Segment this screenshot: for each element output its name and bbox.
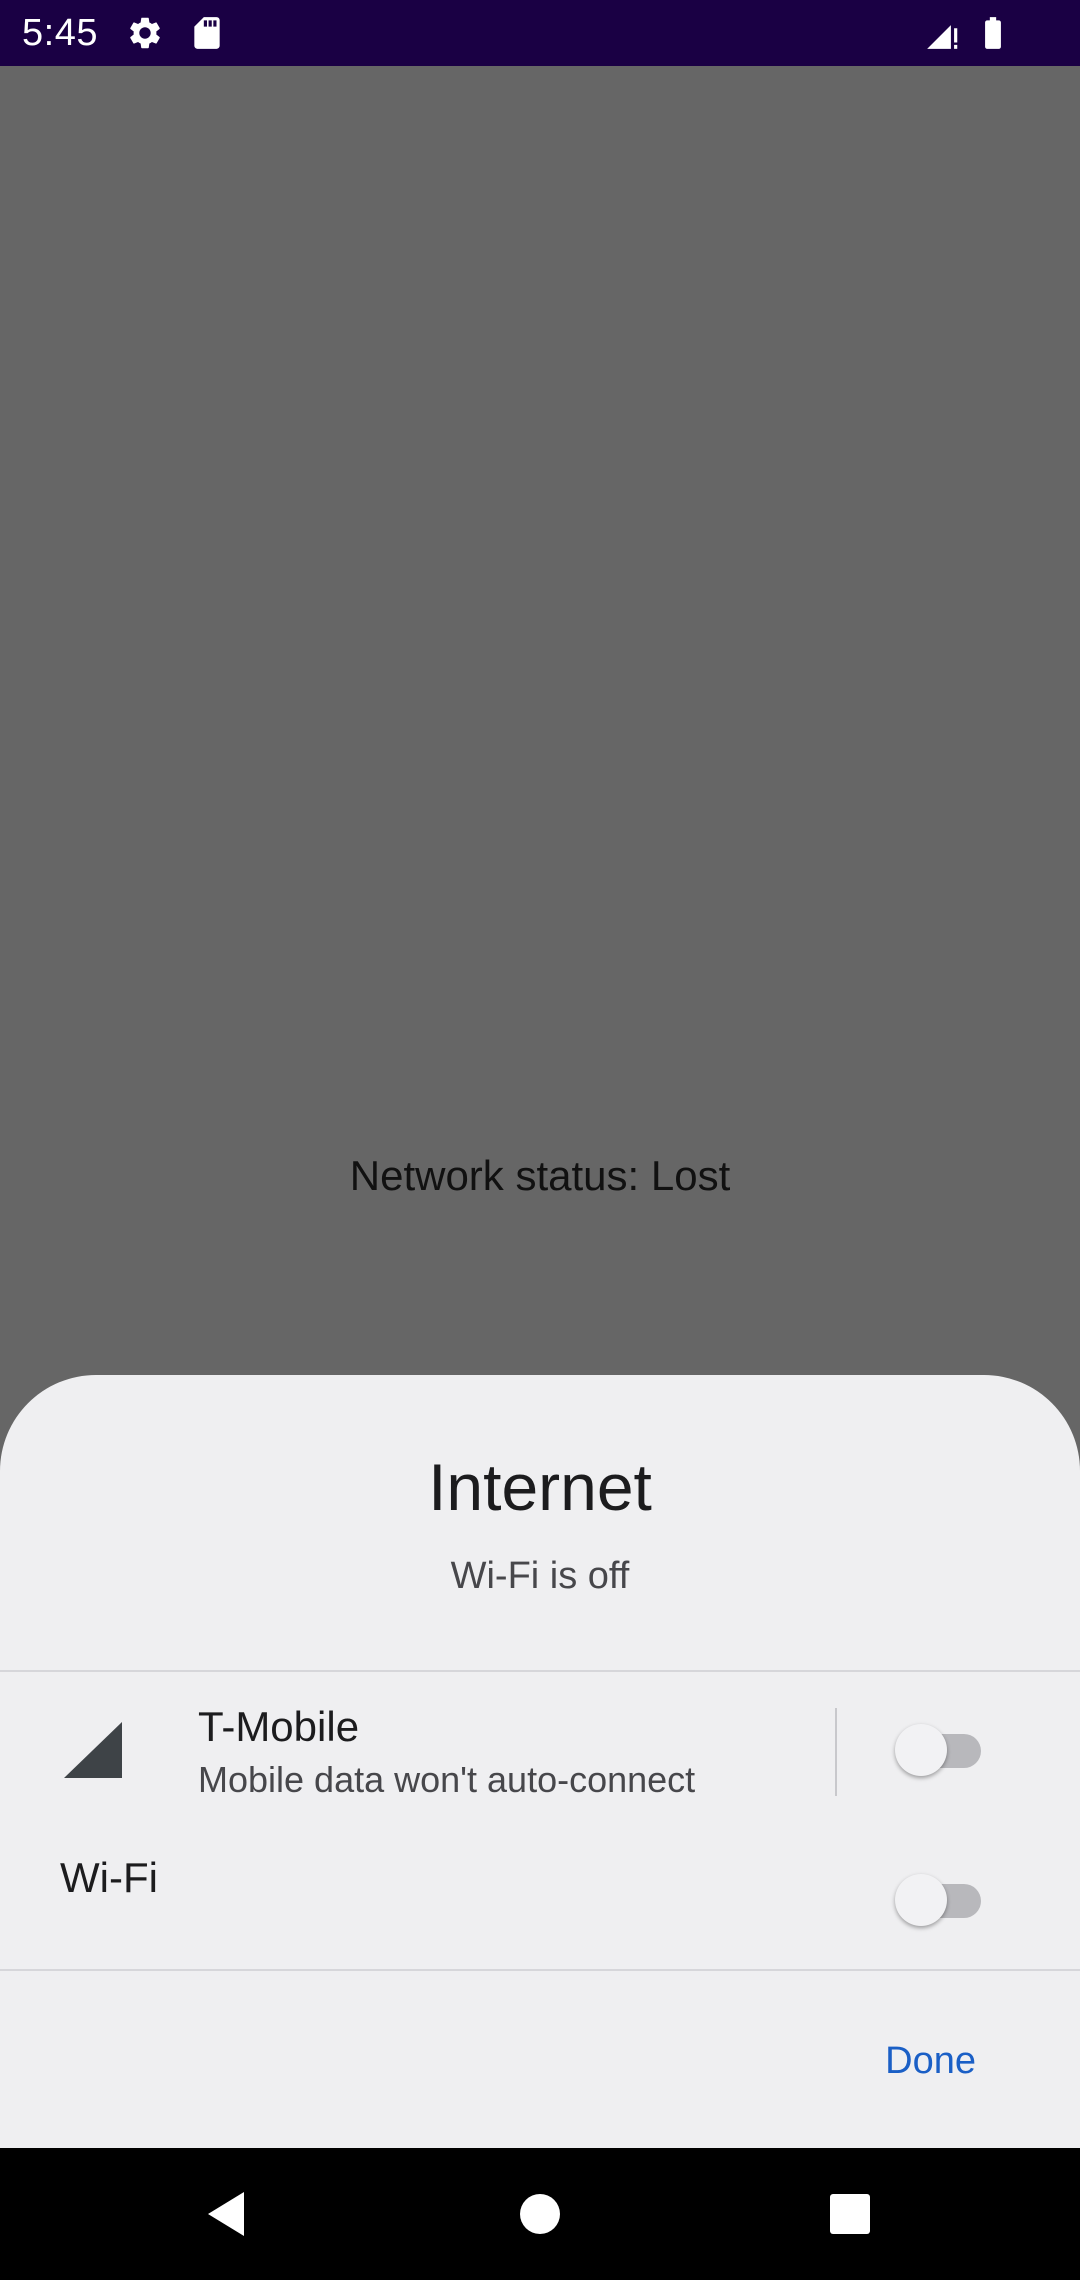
toggle-thumb (895, 1874, 947, 1926)
cell-signal-icon (64, 1722, 122, 1778)
done-button[interactable]: Done (877, 2028, 984, 2094)
carrier-name: T-Mobile (198, 1703, 360, 1750)
mobile-data-toggle[interactable] (895, 1722, 987, 1776)
vertical-separator (835, 1708, 837, 1796)
recents-icon[interactable] (814, 2178, 886, 2250)
wifi-row[interactable]: Wi-Fi (0, 1822, 1080, 1942)
toggle-thumb (895, 1724, 947, 1776)
home-icon[interactable] (504, 2178, 576, 2250)
signal-no-data-icon (927, 25, 958, 49)
status-bar: 5:45 (0, 0, 1080, 66)
panel-title: Internet (428, 1450, 652, 1524)
battery-icon (985, 17, 1001, 49)
settings-gear-icon (130, 17, 160, 49)
mobile-data-row[interactable]: T-Mobile Mobile data won't auto-connect (0, 1672, 1080, 1822)
internet-panel: Internet Wi-Fi is off T-Mobile Mobile da… (0, 1375, 1080, 2148)
wifi-label: Wi-Fi (60, 1854, 158, 1901)
network-status-text: Network status: Lost (349, 1152, 731, 1199)
app-content: Network status: Lost (0, 66, 1080, 1376)
divider (0, 1969, 1080, 1971)
wifi-toggle[interactable] (895, 1872, 987, 1926)
status-time: 5:45 (22, 12, 98, 54)
back-icon[interactable] (190, 2178, 262, 2250)
mobile-data-status: Mobile data won't auto-connect (198, 1759, 696, 1800)
navigation-bar (0, 2148, 1080, 2280)
sd-card-icon (194, 17, 220, 49)
panel-subtitle: Wi-Fi is off (450, 1555, 630, 1597)
